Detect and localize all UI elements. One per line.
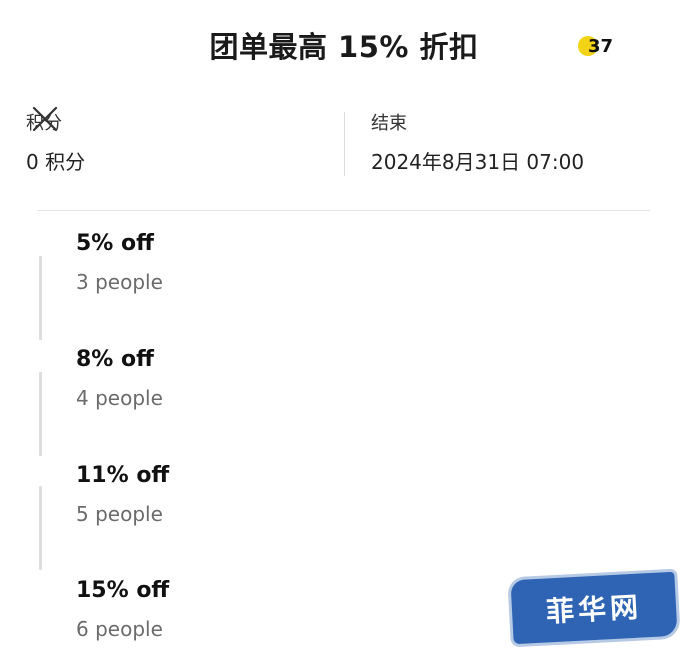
points-value: 0 积分 [26, 150, 86, 174]
coin-badge[interactable]: 37 [578, 34, 613, 58]
tier-people: 6 people [76, 617, 163, 641]
tier-connector [39, 486, 42, 570]
tier-item: 15% off 6 people [76, 575, 169, 643]
tier-discount: 11% off [76, 463, 170, 488]
watermark-logo: 菲华网 [510, 571, 678, 645]
tier-people: 4 people [76, 386, 163, 410]
watermark-text: 菲华网 [545, 590, 643, 629]
tier-connector [39, 372, 42, 456]
tier-discount: 15% off [76, 578, 170, 603]
end-value: 2024年8月31日 07:00 [371, 150, 585, 174]
end-label: 结束 [371, 113, 407, 134]
tier-people: 3 people [76, 270, 163, 294]
tier-discount: 8% off [76, 347, 154, 372]
section-divider [37, 210, 650, 211]
tier-people: 5 people [76, 502, 163, 526]
points-label: 积分 [26, 113, 62, 134]
tier-item: 8% off 4 people [76, 344, 163, 412]
badge-count: 37 [588, 35, 614, 57]
info-divider [344, 112, 345, 176]
tier-item: 11% off 5 people [76, 460, 169, 528]
tier-item: 5% off 3 people [76, 228, 163, 296]
end-info: 结束 2024年8月31日 07:00 [371, 110, 584, 176]
points-info: 积分 0 积分 [26, 110, 85, 176]
tier-discount: 5% off [76, 231, 154, 256]
tier-connector [39, 256, 42, 340]
